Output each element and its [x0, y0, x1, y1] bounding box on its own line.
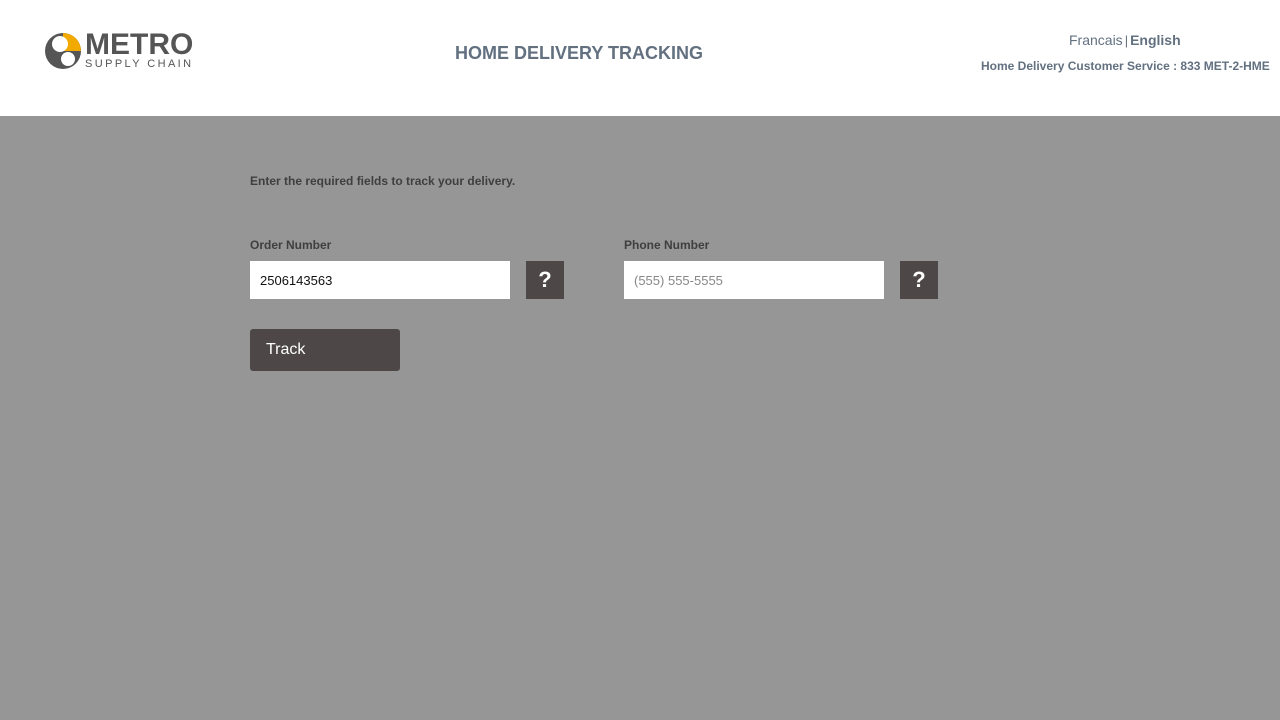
order-number-input[interactable] — [250, 261, 510, 299]
track-button[interactable]: Track — [250, 329, 400, 371]
language-switcher: Francais | English — [1069, 31, 1181, 50]
form-instructions: Enter the required fields to track your … — [250, 174, 516, 188]
language-link-english[interactable]: English — [1130, 32, 1181, 48]
language-separator: | — [1124, 33, 1129, 48]
metro-logo[interactable]: METRO SUPPLY CHAIN — [44, 28, 194, 72]
phone-number-help-button[interactable]: ? — [900, 261, 938, 299]
customer-service-info: Home Delivery Customer Service : 833 MET… — [981, 59, 1270, 73]
question-mark-icon: ? — [912, 267, 926, 292]
language-link-french[interactable]: Francais — [1069, 32, 1123, 48]
page-header: METRO SUPPLY CHAIN HOME DELIVERY TRACKIN… — [0, 0, 1280, 116]
metro-logo-icon — [45, 33, 81, 69]
order-number-help-button[interactable]: ? — [526, 261, 564, 299]
logo-wordmark: METRO — [85, 28, 194, 61]
phone-number-input[interactable] — [624, 261, 884, 299]
page-title: HOME DELIVERY TRACKING — [455, 43, 704, 63]
phone-number-label: Phone Number — [624, 238, 710, 252]
order-number-label: Order Number — [250, 238, 332, 252]
logo-subtitle: SUPPLY CHAIN — [85, 58, 194, 70]
question-mark-icon: ? — [538, 267, 552, 292]
